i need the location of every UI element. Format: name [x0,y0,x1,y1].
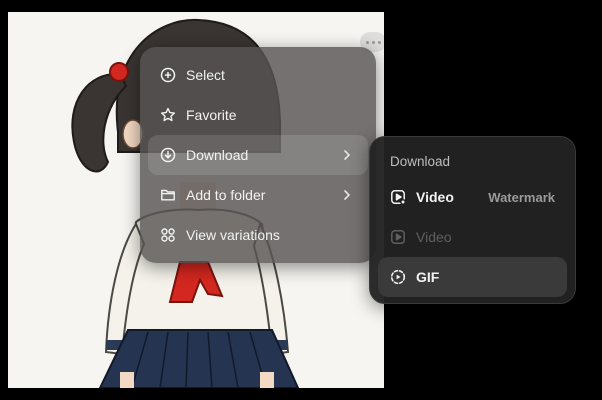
chevron-right-icon [344,150,351,160]
menu-item-label: Select [186,67,225,83]
menu-item-download[interactable]: Download [148,135,368,175]
menu-item-select[interactable]: Select [148,55,368,95]
menu-item-label: Favorite [186,107,237,123]
gif-dashed-circle-icon [390,269,406,285]
submenu-item-video-watermark[interactable]: Video Watermark [378,177,567,217]
watermark-badge: Watermark [488,189,555,205]
menu-item-label: View variations [186,227,280,243]
submenu-item-label: Video [416,189,454,205]
chevron-right-icon [344,190,351,200]
menu-item-favorite[interactable]: Favorite [148,95,368,135]
submenu-item-label: GIF [416,269,440,285]
submenu-title: Download [390,153,451,169]
context-menu: Select Favorite Download Add to folder V… [140,47,376,263]
video-play-icon [390,189,406,205]
grid-circles-icon [160,227,176,243]
submenu-item-label: Video [416,229,452,245]
menu-item-label: Download [186,147,249,163]
folder-icon [160,187,176,203]
menu-item-label: Add to folder [186,187,266,203]
video-play-icon [390,229,406,245]
download-circle-icon [160,147,176,163]
submenu-item-gif[interactable]: GIF [378,257,567,297]
menu-item-add-to-folder[interactable]: Add to folder [148,175,368,215]
menu-item-view-variations[interactable]: View variations [148,215,368,255]
plus-circle-icon [160,67,176,83]
download-submenu: Download Video Watermark Video GIF [369,136,576,304]
submenu-item-video: Video [378,217,567,257]
star-icon [160,107,176,123]
